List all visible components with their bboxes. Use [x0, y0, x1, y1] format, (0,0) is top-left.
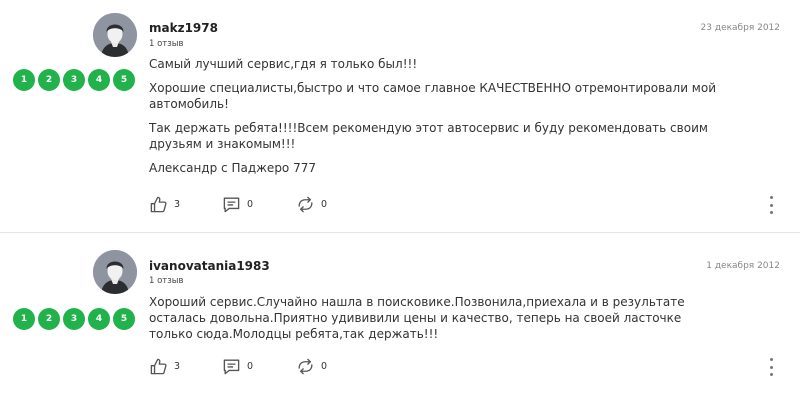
username[interactable]: makz1978: [149, 21, 218, 35]
review-date: 1 декабря 2012: [706, 261, 780, 271]
thumbs-up-icon: [150, 358, 167, 374]
review-text: Хороший сервис.Случайно нашла в поискови…: [149, 294, 719, 350]
user-review-count: 1 отзыв: [149, 39, 184, 49]
rating-badges: 1 2 3 4 5: [13, 69, 135, 91]
like-button[interactable]: 3: [149, 194, 180, 214]
rating-badge-2: 2: [38, 308, 60, 330]
review-paragraph: Александр с Паджеро 777: [149, 161, 316, 175]
rating-badge-5: 5: [113, 69, 135, 91]
share-icon: [298, 358, 313, 374]
review-divider: [0, 232, 800, 233]
review-text: Самый лучший сервис,гдя я только был!!! …: [149, 56, 719, 184]
comment-count: 0: [247, 360, 254, 372]
comment-icon: [223, 358, 240, 374]
share-count: 0: [321, 198, 328, 210]
more-vertical-icon[interactable]: [768, 196, 774, 214]
review-card: ivanovatania1983 1 отзыв 1 декабря 2012 …: [0, 236, 800, 408]
rating-badge-2: 2: [38, 69, 60, 91]
thumbs-up-icon: [150, 196, 167, 212]
like-count: 3: [174, 360, 181, 372]
comment-icon: [223, 196, 240, 212]
share-button[interactable]: 0: [296, 194, 327, 214]
user-avatar-icon[interactable]: [93, 13, 137, 57]
like-count: 3: [174, 198, 181, 210]
rating-badges: 1 2 3 4 5: [13, 308, 135, 330]
share-icon: [298, 196, 313, 212]
rating-badge-3: 3: [63, 308, 85, 330]
rating-badge-5: 5: [113, 308, 135, 330]
share-button[interactable]: 0: [296, 356, 327, 376]
review-date: 23 декабря 2012: [700, 23, 780, 33]
more-vertical-icon[interactable]: [768, 358, 774, 376]
review-card: makz1978 1 отзыв 23 декабря 2012 1 2 3 4…: [0, 0, 800, 232]
share-count: 0: [321, 360, 328, 372]
rating-badge-1: 1: [13, 69, 35, 91]
user-avatar-icon[interactable]: [93, 250, 137, 294]
comment-count: 0: [247, 198, 254, 210]
comment-button[interactable]: 0: [222, 356, 253, 376]
rating-badge-4: 4: [88, 308, 110, 330]
like-button[interactable]: 3: [149, 356, 180, 376]
rating-badge-3: 3: [63, 69, 85, 91]
review-paragraph: Хороший сервис.Случайно нашла в поискови…: [149, 295, 685, 341]
review-paragraph: Самый лучший сервис,гдя я только был!!!: [149, 57, 418, 71]
rating-badge-1: 1: [13, 308, 35, 330]
username[interactable]: ivanovatania1983: [149, 259, 270, 273]
user-review-count: 1 отзыв: [149, 276, 184, 286]
comment-button[interactable]: 0: [222, 194, 253, 214]
review-paragraph: Так держать ребята!!!!Всем рекомендую эт…: [149, 121, 708, 151]
review-paragraph: Хорошие специалисты,быстро и что самое г…: [149, 81, 716, 111]
rating-badge-4: 4: [88, 69, 110, 91]
